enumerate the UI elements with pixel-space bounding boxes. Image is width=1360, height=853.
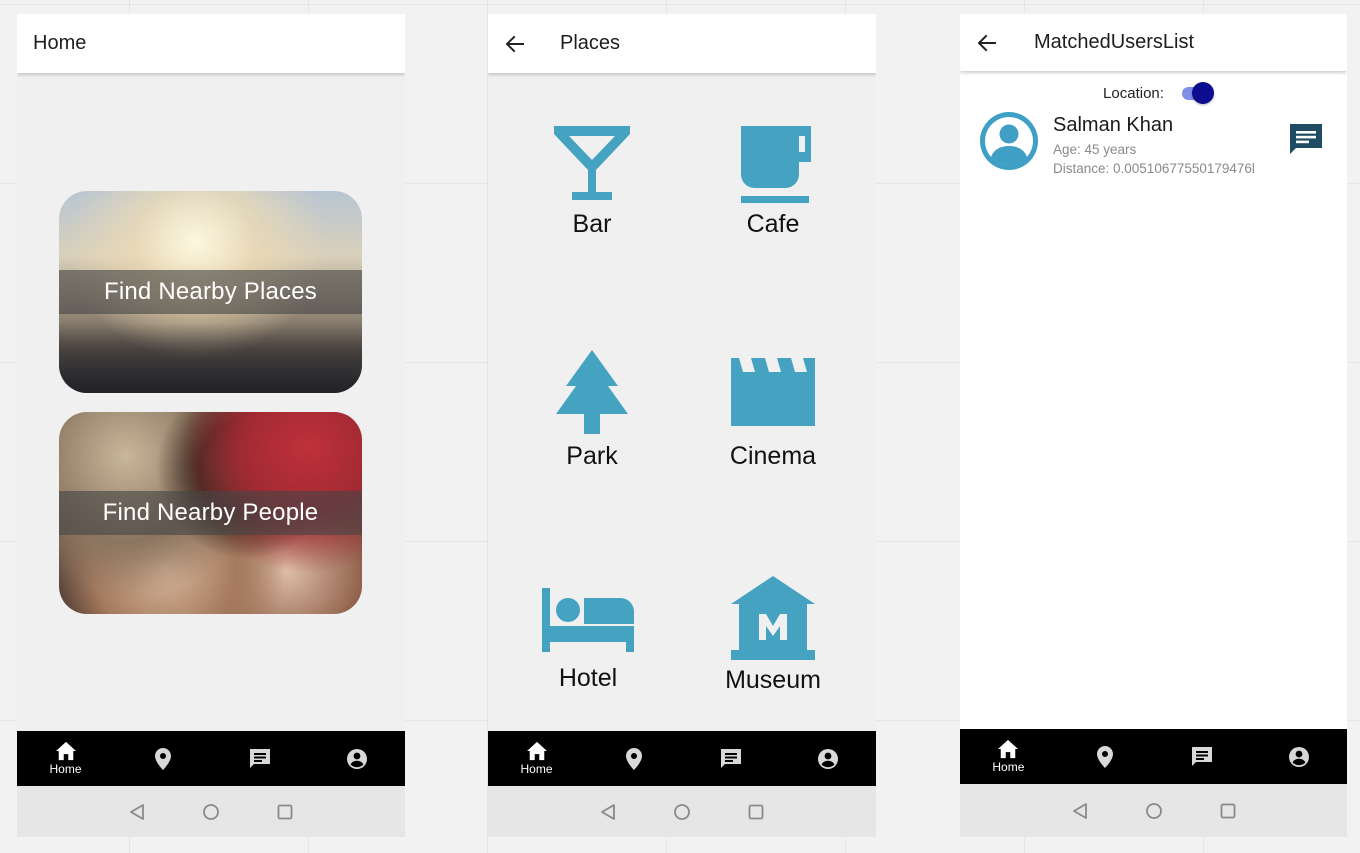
bottom-nav: Home: [488, 731, 876, 786]
list-item[interactable]: Salman Khan Age: 45 years Distance: 0.00…: [980, 112, 1330, 192]
place-label: Park: [566, 442, 618, 470]
nav-item-chat[interactable]: [211, 731, 308, 786]
back-triangle-icon[interactable]: [1071, 802, 1089, 820]
bottom-nav: Home: [17, 731, 405, 786]
recents-square-icon[interactable]: [747, 803, 765, 821]
location-row: Location:: [960, 82, 1347, 104]
coffee-cup-icon: [741, 126, 811, 203]
card-label: Find Nearby People: [102, 499, 319, 526]
page-title: Home: [33, 32, 87, 54]
page-title: Places: [560, 32, 621, 54]
bed-icon: [542, 588, 634, 652]
user-age: Age: 45 years: [1053, 142, 1137, 157]
avatar-icon: [980, 112, 1038, 170]
app-bar: Places: [488, 14, 876, 73]
nav-item-chat[interactable]: [682, 731, 779, 786]
bottom-nav: Home: [960, 729, 1347, 784]
nav-item-home[interactable]: Home: [488, 731, 585, 786]
location-toggle[interactable]: [1180, 82, 1214, 104]
find-nearby-places-card[interactable]: Find Nearby Places: [59, 191, 362, 393]
nav-label-home: Home: [49, 762, 82, 776]
place-item-hotel[interactable]: Hotel: [513, 582, 663, 693]
nav-item-account[interactable]: [308, 731, 405, 786]
account-icon: [817, 748, 838, 769]
nav-label-home: Home: [520, 762, 553, 776]
place-label: Cinema: [729, 442, 817, 470]
system-nav-bar: [17, 786, 405, 837]
recents-square-icon[interactable]: [276, 803, 294, 821]
museum-icon: [731, 576, 815, 660]
account-icon: [346, 748, 367, 769]
place-label: Cafe: [746, 210, 800, 238]
location-pin-icon: [625, 747, 642, 770]
chat-icon: [720, 748, 741, 768]
system-nav-bar: [960, 784, 1347, 837]
matched-users-screen: MatchedUsersList Location: Salman Khan A…: [960, 14, 1347, 837]
location-pin-icon: [154, 747, 171, 770]
nav-label-home: Home: [992, 760, 1025, 774]
user-name: Salman Khan: [1053, 114, 1174, 136]
account-icon: [1288, 746, 1309, 767]
home-icon: [55, 741, 76, 761]
card-label: Find Nearby Places: [103, 278, 318, 305]
nav-item-chat[interactable]: [1154, 729, 1251, 784]
home-circle-icon[interactable]: [202, 803, 220, 821]
back-arrow-icon[interactable]: [976, 32, 998, 54]
tree-icon: [556, 350, 628, 434]
app-bar: MatchedUsersList: [960, 14, 1347, 71]
place-label: Bar: [572, 210, 612, 238]
find-nearby-people-card[interactable]: Find Nearby People: [59, 412, 362, 614]
location-pin-icon: [1097, 745, 1114, 768]
nav-item-places[interactable]: [1057, 729, 1154, 784]
page-title: MatchedUsersList: [1034, 31, 1195, 53]
app-bar: Home: [17, 14, 405, 73]
place-label: Hotel: [558, 664, 618, 692]
place-item-cafe[interactable]: Cafe: [698, 122, 848, 239]
home-icon: [998, 739, 1019, 759]
back-arrow-icon[interactable]: [504, 33, 526, 55]
nav-item-account[interactable]: [1250, 729, 1347, 784]
user-distance: Distance: 0.00510677550179476l: [1053, 161, 1255, 176]
place-label: Museum: [725, 666, 821, 694]
home-icon: [526, 741, 547, 761]
place-item-park[interactable]: Park: [517, 348, 667, 471]
back-triangle-icon[interactable]: [599, 803, 617, 821]
system-nav-bar: [488, 786, 876, 837]
nav-item-account[interactable]: [779, 731, 876, 786]
place-item-museum[interactable]: Museum: [698, 574, 848, 695]
location-label: Location:: [1103, 84, 1164, 102]
nav-item-home[interactable]: Home: [960, 729, 1057, 784]
home-circle-icon[interactable]: [1145, 802, 1163, 820]
cocktail-glass-icon: [554, 126, 630, 200]
home-circle-icon[interactable]: [673, 803, 691, 821]
place-item-bar[interactable]: Bar: [517, 122, 667, 239]
home-screen: Home Find Nearby Places Find Nearby Peop…: [17, 14, 405, 837]
chat-icon: [1191, 746, 1212, 766]
places-screen: Places Bar Cafe Park Cinema Hotel Museum…: [488, 14, 876, 837]
nav-item-places[interactable]: [114, 731, 211, 786]
back-triangle-icon[interactable]: [128, 803, 146, 821]
chat-icon: [249, 748, 270, 768]
recents-square-icon[interactable]: [1219, 802, 1237, 820]
nav-item-places[interactable]: [585, 731, 682, 786]
chat-icon: [1290, 124, 1322, 154]
clapperboard-icon: [731, 358, 815, 426]
place-item-cinema[interactable]: Cinema: [698, 348, 848, 471]
message-user-button[interactable]: [1287, 121, 1325, 159]
nav-item-home[interactable]: Home: [17, 731, 114, 786]
